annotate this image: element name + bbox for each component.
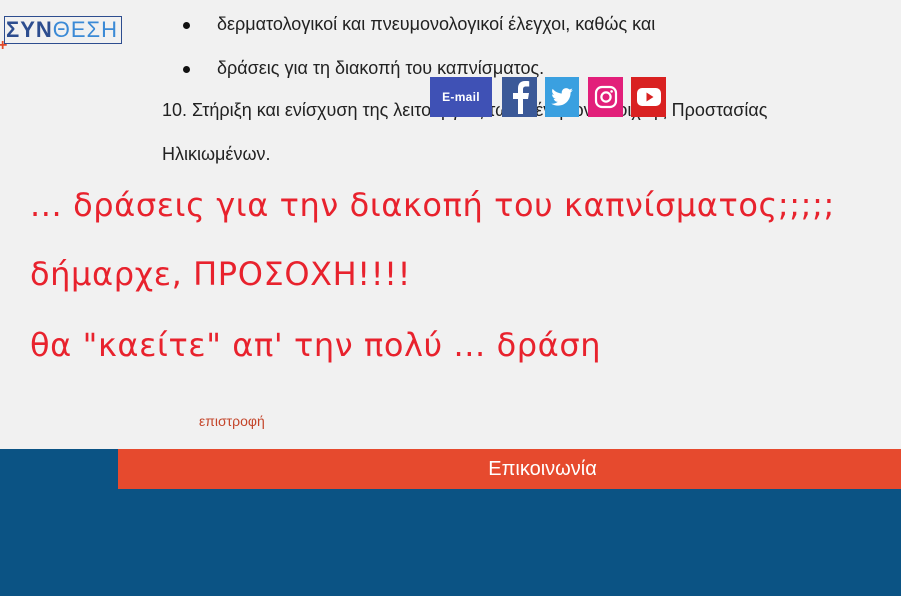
bullet-icon: [183, 22, 190, 29]
back-link[interactable]: επιστροφή: [199, 412, 265, 430]
twitter-icon: [551, 88, 573, 106]
logo-plus-icon: +: [0, 37, 8, 54]
youtube-icon: [636, 88, 661, 106]
logo-text: ΣΥΝΘΕΣΗ: [6, 17, 118, 43]
contact-title: Επικοινωνία: [118, 449, 901, 489]
comment-line-2: δήμαρχε, ΠΡΟΣΟΧΗ!!!!: [30, 255, 411, 293]
logo-text-light: ΘΕΣΗ: [52, 17, 119, 42]
facebook-button[interactable]: [502, 77, 537, 117]
comment-line-3: θα "καείτε" απ' την πολύ ... δράση: [30, 326, 602, 364]
twitter-button[interactable]: [545, 77, 579, 117]
footer: Επικοινωνία: [0, 449, 901, 596]
instagram-button[interactable]: [588, 77, 623, 117]
instagram-icon: [594, 85, 617, 109]
numbered-item-line2: Ηλικιωμένων.: [162, 144, 271, 164]
email-button[interactable]: E-mail: [430, 77, 492, 117]
bullet-icon: [183, 66, 190, 73]
site-logo[interactable]: ΣΥΝΘΕΣΗ +: [0, 12, 124, 54]
comment-line-1: ... δράσεις για την διακοπή του καπνίσμα…: [30, 186, 835, 224]
youtube-button[interactable]: [631, 77, 666, 117]
list-item-text: δερματολογικοί και πνευμονολογικοί έλεγχ…: [217, 14, 656, 34]
facebook-icon: [512, 81, 529, 114]
list-item-text: δράσεις για τη διακοπή του καπνίσματος.: [217, 58, 545, 78]
logo-text-bold: ΣΥΝ: [6, 17, 53, 42]
